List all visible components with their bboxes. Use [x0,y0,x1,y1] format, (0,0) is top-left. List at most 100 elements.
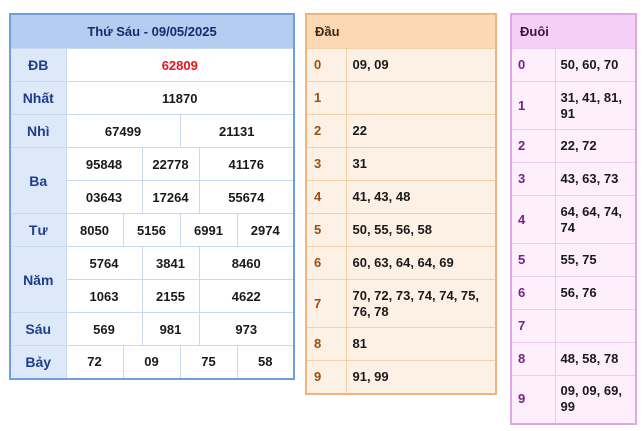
duoi-key: 8 [510,342,556,376]
dau-row: 3 31 [305,147,497,181]
prize-sau-value: 569 [65,312,143,346]
duoi-value [554,309,637,343]
prize-row-nam: Năm 5764 3841 8460 [9,246,295,313]
duoi-header-values [555,14,636,49]
dau-value: 09, 09 [345,48,497,82]
dau-key: 9 [305,360,347,394]
dau-key: 8 [305,327,347,361]
prize-bay-value: 58 [236,345,295,379]
prize-label-db: ĐB [9,48,67,82]
duoi-key: 5 [510,243,556,277]
dau-header-values [346,14,496,49]
dau-row: 2 22 [305,114,497,148]
dau-value [345,81,497,115]
dau-row: 8 81 [305,327,497,361]
prize-tu-value: 5156 [122,213,181,247]
prize-label-nhat: Nhất [9,81,67,115]
prize-sau-value: 973 [198,312,295,346]
duoi-value: 43, 63, 73 [554,162,637,196]
prize-nam-value: 2155 [141,279,200,313]
prize-nam-value: 8460 [198,246,295,280]
duoi-key: 9 [510,375,556,424]
dau-value: 22 [345,114,497,148]
dau-key: 2 [305,114,347,148]
duoi-value: 50, 60, 70 [554,48,637,82]
dau-key: 4 [305,180,347,214]
prize-sau-value: 981 [141,312,200,346]
dau-value: 41, 43, 48 [345,180,497,214]
dau-value: 70, 72, 73, 74, 74, 75, 76, 78 [345,279,497,328]
duoi-key: 7 [510,309,556,343]
duoi-value: 56, 76 [554,276,637,310]
prize-label-ba: Ba [9,147,67,214]
duoi-key: 1 [510,81,556,130]
prize-db-value: 62809 [65,48,295,82]
dau-row: 7 70, 72, 73, 74, 74, 75, 76, 78 [305,279,497,328]
dau-row: 0 09, 09 [305,48,497,82]
duoi-row: 3 43, 63, 73 [510,162,637,196]
prize-label-sau: Sáu [9,312,67,346]
prize-nhi-value: 21131 [179,114,295,148]
prize-label-tu: Tư [9,213,67,247]
duoi-row: 0 50, 60, 70 [510,48,637,82]
prize-row-tu: Tư 8050 5156 6991 2974 [9,213,295,247]
dau-header-label: Đầu [306,14,346,49]
dau-key: 0 [305,48,347,82]
prize-bay-value: 75 [179,345,238,379]
results-title: Thứ Sáu - 09/05/2025 [10,14,295,49]
dau-key: 7 [305,279,347,328]
prize-bay-value: 72 [65,345,124,379]
duoi-header-label: Đuôi [511,14,555,49]
duoi-row: 7 [510,309,637,343]
duoi-key: 2 [510,129,556,163]
dau-table: Đầu 0 09, 09 1 2 22 3 31 4 41, 43, 48 5 … [305,13,497,395]
prize-nhat-value: 11870 [65,81,295,115]
duoi-key: 6 [510,276,556,310]
prize-label-nhi: Nhì [9,114,67,148]
prize-bay-value: 09 [122,345,181,379]
dau-key: 3 [305,147,347,181]
prize-ba-value: 22778 [141,147,200,181]
duoi-key: 3 [510,162,556,196]
prize-label-bay: Bảy [9,345,67,379]
duoi-value: 09, 09, 69, 99 [554,375,637,424]
dau-row: 5 50, 55, 56, 58 [305,213,497,247]
duoi-row: 9 09, 09, 69, 99 [510,375,637,424]
dau-value: 31 [345,147,497,181]
dau-value: 91, 99 [345,360,497,394]
dau-row: 1 [305,81,497,115]
prize-row-bay: Bảy 72 09 75 58 [9,345,295,379]
duoi-value: 48, 58, 78 [554,342,637,376]
duoi-table: Đuôi 0 50, 60, 70 1 31, 41, 81, 91 2 22,… [510,13,637,425]
dau-key: 1 [305,81,347,115]
prize-ba-value: 95848 [65,147,143,181]
duoi-row: 1 31, 41, 81, 91 [510,81,637,130]
duoi-row: 6 56, 76 [510,276,637,310]
duoi-value: 22, 72 [554,129,637,163]
prize-nam-value: 3841 [141,246,200,280]
prize-ba-value: 41176 [198,147,295,181]
prize-row-nhi: Nhì 67499 21131 [9,114,295,148]
dau-key: 5 [305,213,347,247]
dau-row: 4 41, 43, 48 [305,180,497,214]
prize-ba-value: 03643 [65,180,143,214]
prize-tu-value: 8050 [65,213,124,247]
prize-nam-value: 5764 [65,246,143,280]
dau-row: 6 60, 63, 64, 64, 69 [305,246,497,280]
duoi-row: 2 22, 72 [510,129,637,163]
dau-value: 60, 63, 64, 64, 69 [345,246,497,280]
prize-row-db: ĐB 62809 [9,48,295,82]
prize-tu-value: 2974 [236,213,295,247]
prize-ba-value: 55674 [198,180,295,214]
dau-key: 6 [305,246,347,280]
prize-ba-value: 17264 [141,180,200,214]
dau-value: 50, 55, 56, 58 [345,213,497,247]
duoi-row: 8 48, 58, 78 [510,342,637,376]
duoi-value: 31, 41, 81, 91 [554,81,637,130]
duoi-value: 55, 75 [554,243,637,277]
results-table: Thứ Sáu - 09/05/2025 ĐB 62809 Nhất 11870… [9,13,296,380]
prize-nam-value: 4622 [198,279,295,313]
duoi-key: 4 [510,195,556,244]
dau-value: 81 [345,327,497,361]
prize-label-nam: Năm [9,246,67,313]
